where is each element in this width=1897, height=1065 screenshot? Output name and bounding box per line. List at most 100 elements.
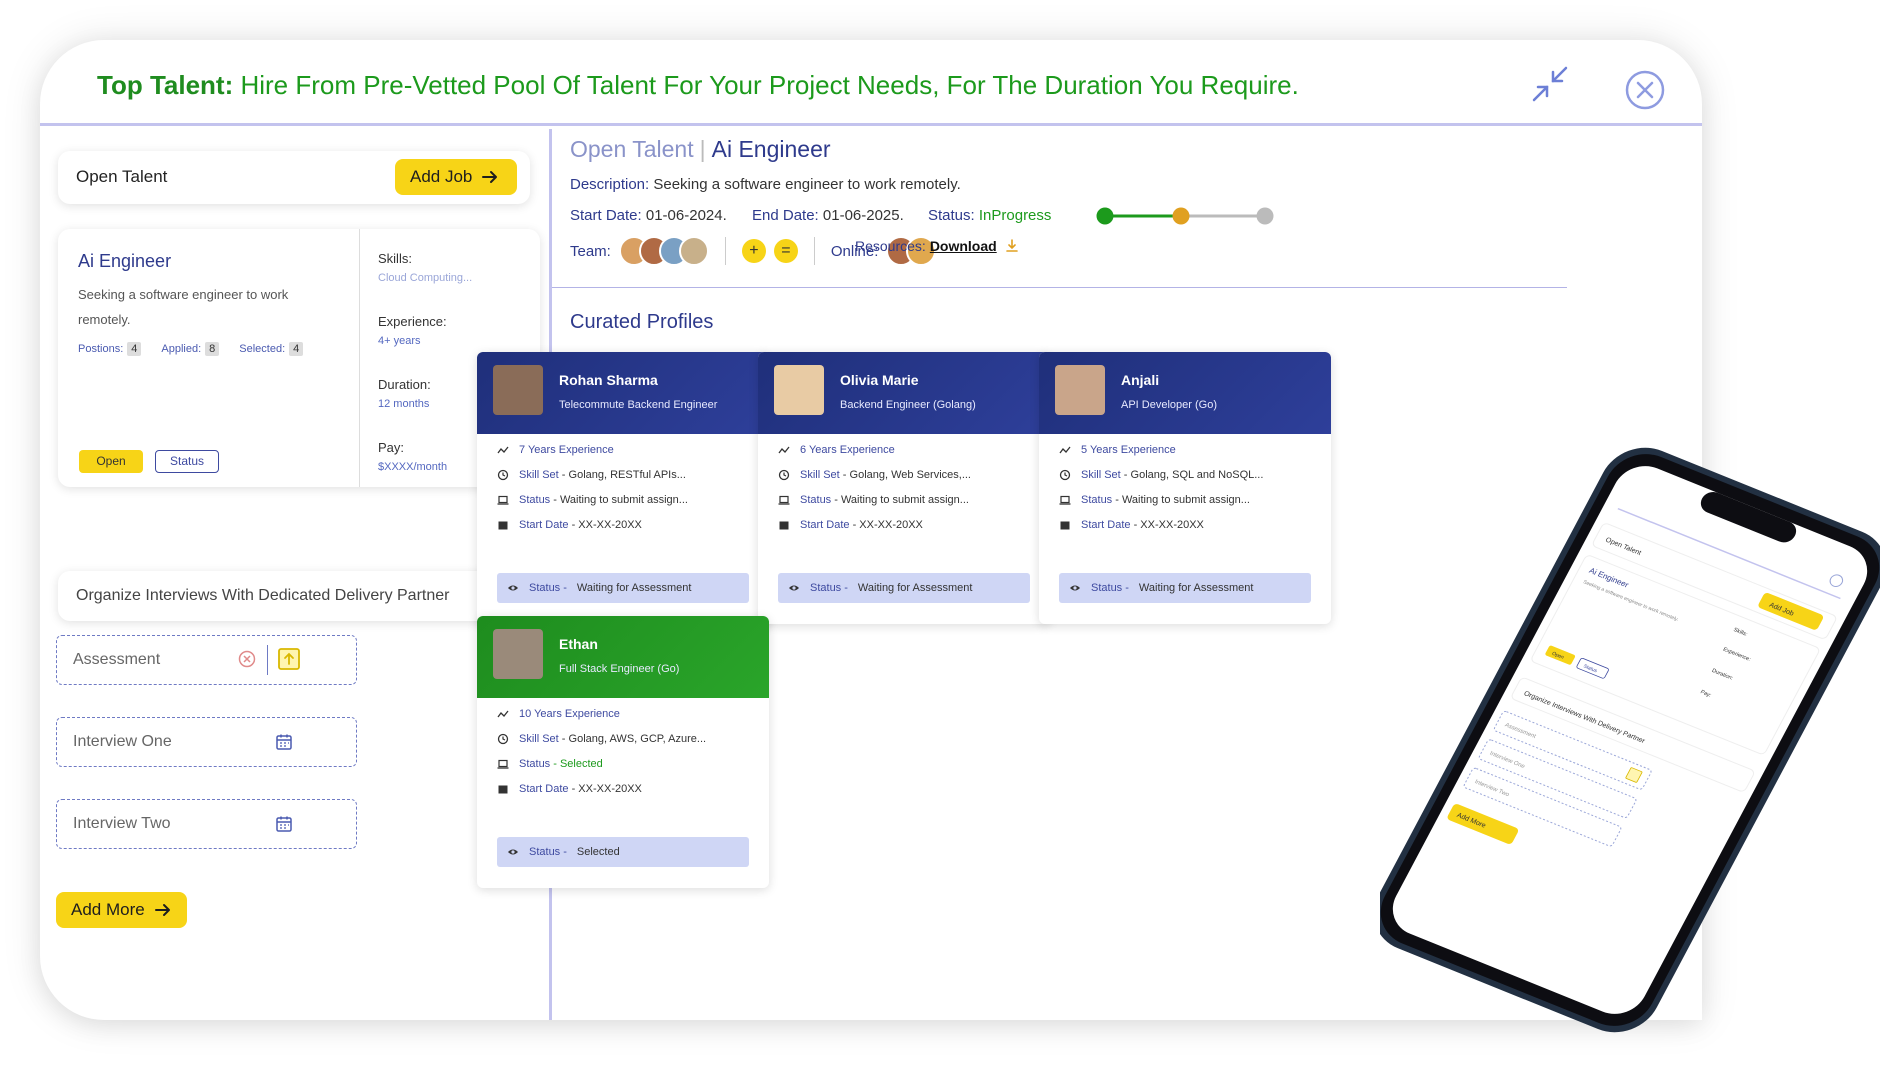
skill-icon (778, 469, 790, 481)
close-icon[interactable] (1624, 69, 1666, 111)
calendar-icon[interactable] (275, 815, 293, 833)
open-talent-label: Open Talent (76, 167, 168, 186)
avatar (678, 236, 709, 266)
profile-header: Rohan Sharma Telecommute Backend Engineer (477, 352, 769, 434)
profile-skills: Skill Set - Golang, Web Services,... (778, 469, 971, 481)
add-more-button[interactable]: Add More (56, 892, 187, 928)
job-stats: Postions: 4 Applied: 8 Selected: 4 (78, 342, 304, 356)
calendar-icon (498, 521, 508, 530)
window-header: Top Talent: Hire From Pre-Vetted Pool Of… (40, 40, 1702, 126)
divider (813, 237, 815, 265)
skill-icon (1059, 469, 1071, 481)
duration-value: 12 months (378, 398, 430, 410)
breadcrumb-current: Ai Engineer (711, 136, 831, 162)
left-panel: Open Talent Add Job Ai Engineer Seeking … (40, 129, 552, 1020)
download-link[interactable]: Download (930, 238, 997, 254)
breadcrumb: Open Talent | Ai Engineer (570, 136, 831, 162)
trend-icon (497, 446, 509, 454)
resources: Resources: Download (855, 238, 1019, 254)
profile-experience: 5 Years Experience (1059, 444, 1176, 456)
add-job-button[interactable]: Add Job (395, 159, 517, 195)
team-avatars[interactable] (618, 236, 709, 266)
profile-status-box[interactable]: Status - Waiting for Assessment (497, 573, 749, 603)
calendar-icon (498, 785, 508, 794)
laptop-icon (497, 759, 509, 769)
skill-icon (497, 733, 509, 745)
field-divider (267, 645, 268, 675)
profile-photo (774, 365, 824, 415)
calendar-icon[interactable] (275, 733, 293, 751)
status-line: Status: InProgress (928, 207, 1052, 224)
upload-icon[interactable] (277, 647, 301, 671)
profile-start-date: Start Date - XX-XX-20XX (497, 783, 642, 795)
profile-start-date: Start Date - XX-XX-20XX (497, 519, 642, 531)
profile-status-box[interactable]: Status - Waiting for Assessment (1059, 573, 1311, 603)
profile-status-box[interactable]: Status - Waiting for Assessment (778, 573, 1030, 603)
skill-icon (497, 469, 509, 481)
profile-body: 6 Years Experience Skill Set - Golang, We… (758, 434, 1050, 624)
profile-skills: Skill Set - Golang, SQL and NoSQL... (1059, 469, 1263, 481)
phone-mockup: Open Talent Add Job Ai Engineer Seeking … (1380, 447, 1880, 1033)
job-title[interactable]: Ai Engineer (78, 251, 171, 272)
profile-body: 5 Years Experience Skill Set - Golang, SQ… (1039, 434, 1331, 624)
progress-step-current (1172, 207, 1190, 225)
job-card[interactable]: Ai Engineer Seeking a software engineer … (58, 229, 540, 487)
profile-role: Telecommute Backend Engineer (559, 399, 718, 411)
profile-body: 7 Years Experience Skill Set - Golang, RE… (477, 434, 769, 624)
profile-status: Status - Waiting to submit assign... (778, 494, 969, 506)
job-details: Skills: Cloud Computing... Experience: 4… (378, 251, 473, 473)
laptop-icon (497, 495, 509, 505)
start-date: Start Date: 01-06-2024. (570, 207, 727, 224)
interview-one-field[interactable]: Interview One (56, 717, 357, 767)
profile-photo (493, 629, 543, 679)
profile-name[interactable]: Rohan Sharma (559, 372, 658, 388)
curated-profiles-title: Curated Profiles (570, 311, 714, 333)
trend-icon (1059, 446, 1071, 454)
progress-tracker (1096, 207, 1274, 225)
download-icon[interactable] (1005, 239, 1019, 253)
profile-name[interactable]: Ethan (559, 636, 598, 652)
profile-name[interactable]: Olivia Marie (840, 372, 919, 388)
profile-status: Status - Waiting to submit assign... (497, 494, 688, 506)
remove-icon[interactable] (238, 650, 256, 668)
profile-header: Anjali API Developer (Go) (1039, 352, 1331, 434)
profile-header: Olivia Marie Backend Engineer (Golang) (758, 352, 1050, 434)
profile-card[interactable]: Ethan Full Stack Engineer (Go) 10 Years Ex… (477, 616, 769, 888)
equals-icon[interactable]: = (773, 239, 798, 263)
minimize-icon[interactable] (1530, 64, 1570, 104)
profile-role: Full Stack Engineer (Go) (559, 663, 680, 675)
assessment-field[interactable]: Assessment (56, 635, 357, 685)
experience-value: 4+ years (378, 335, 421, 347)
profile-name[interactable]: Anjali (1121, 372, 1159, 388)
progress-step-done (1096, 207, 1114, 225)
profile-card[interactable]: Anjali API Developer (Go) 5 Years Experien… (1039, 352, 1331, 624)
applied-count: 8 (205, 342, 220, 356)
open-tag[interactable]: Open (79, 450, 143, 473)
eye-icon (1070, 585, 1080, 591)
profile-start-date: Start Date - XX-XX-20XX (778, 519, 923, 531)
pay-value: $XXXX/month (378, 461, 448, 473)
breadcrumb-root[interactable]: Open Talent (570, 136, 694, 162)
eye-icon (508, 585, 518, 591)
selected-count: 4 (289, 342, 304, 356)
profile-status: Status - Waiting to submit assign... (1059, 494, 1250, 506)
plus-icon[interactable]: + (741, 239, 766, 263)
calendar-icon (1060, 521, 1070, 530)
profile-experience: 10 Years Experience (497, 708, 620, 720)
skills-value: Cloud Computing... (378, 272, 473, 284)
profile-card[interactable]: Olivia Marie Backend Engineer (Golang) 6 Y… (758, 352, 1050, 624)
arrow-right-icon (482, 171, 498, 183)
profile-role: API Developer (Go) (1121, 399, 1217, 411)
eye-icon (508, 849, 518, 855)
end-date: End Date: 01-06-2025. (752, 207, 904, 224)
profile-card[interactable]: Rohan Sharma Telecommute Backend Engineer… (477, 352, 769, 624)
profile-photo (1055, 365, 1105, 415)
section-divider (552, 287, 1567, 288)
interview-two-field[interactable]: Interview Two (56, 799, 357, 849)
profile-role: Backend Engineer (Golang) (840, 399, 976, 411)
profile-start-date: Start Date - XX-XX-20XX (1059, 519, 1204, 531)
trend-icon (778, 446, 790, 454)
profile-header: Ethan Full Stack Engineer (Go) (477, 616, 769, 698)
profile-status-box[interactable]: Status - Selected (497, 837, 749, 867)
status-tag[interactable]: Status (155, 450, 219, 473)
